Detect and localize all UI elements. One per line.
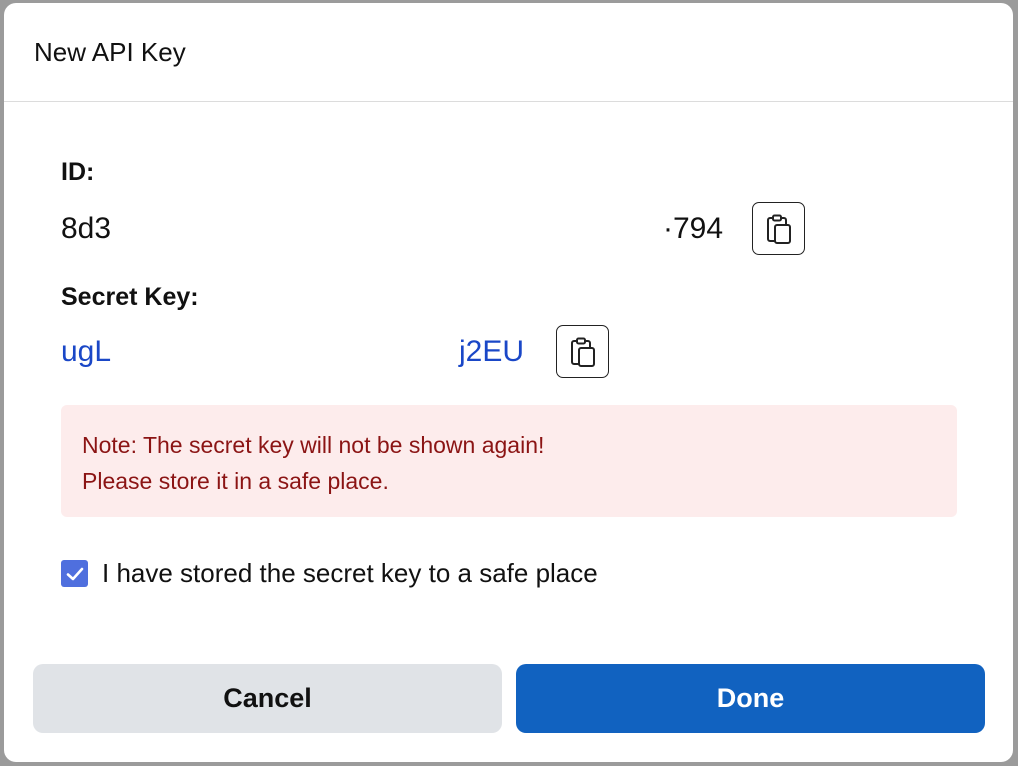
note-line-1: Note: The secret key will not be shown a… [82, 432, 545, 458]
cancel-button[interactable]: Cancel [33, 664, 502, 733]
id-value-end: ·794 [663, 212, 724, 245]
stored-confirmation-checkbox[interactable] [61, 560, 88, 587]
id-label: ID: [61, 158, 95, 186]
copy-secret-key-button[interactable] [556, 325, 609, 378]
secret-key-label: Secret Key: [61, 283, 199, 311]
secret-key-warning-note: Note: The secret key will not be shown a… [61, 405, 957, 517]
new-api-key-dialog: New API Key ID: 8d3 ·794 Secret Key: ugL… [4, 3, 1013, 762]
done-button[interactable]: Done [516, 664, 985, 733]
copy-id-button[interactable] [752, 202, 805, 255]
secret-key-value-start: ugL [61, 335, 112, 368]
dialog-header: New API Key [4, 3, 1013, 102]
stored-confirmation-label: I have stored the secret key to a safe p… [102, 558, 598, 588]
note-line-2: Please store it in a safe place. [82, 468, 389, 494]
dialog-title: New API Key [34, 36, 186, 67]
clipboard-copy-icon [766, 214, 791, 244]
checkmark-icon [66, 567, 83, 580]
secret-key-value-end: j2EU [459, 335, 525, 368]
clipboard-copy-icon [570, 337, 595, 367]
id-value-start: 8d3 [61, 212, 112, 245]
stored-confirmation-row[interactable]: I have stored the secret key to a safe p… [61, 558, 598, 589]
